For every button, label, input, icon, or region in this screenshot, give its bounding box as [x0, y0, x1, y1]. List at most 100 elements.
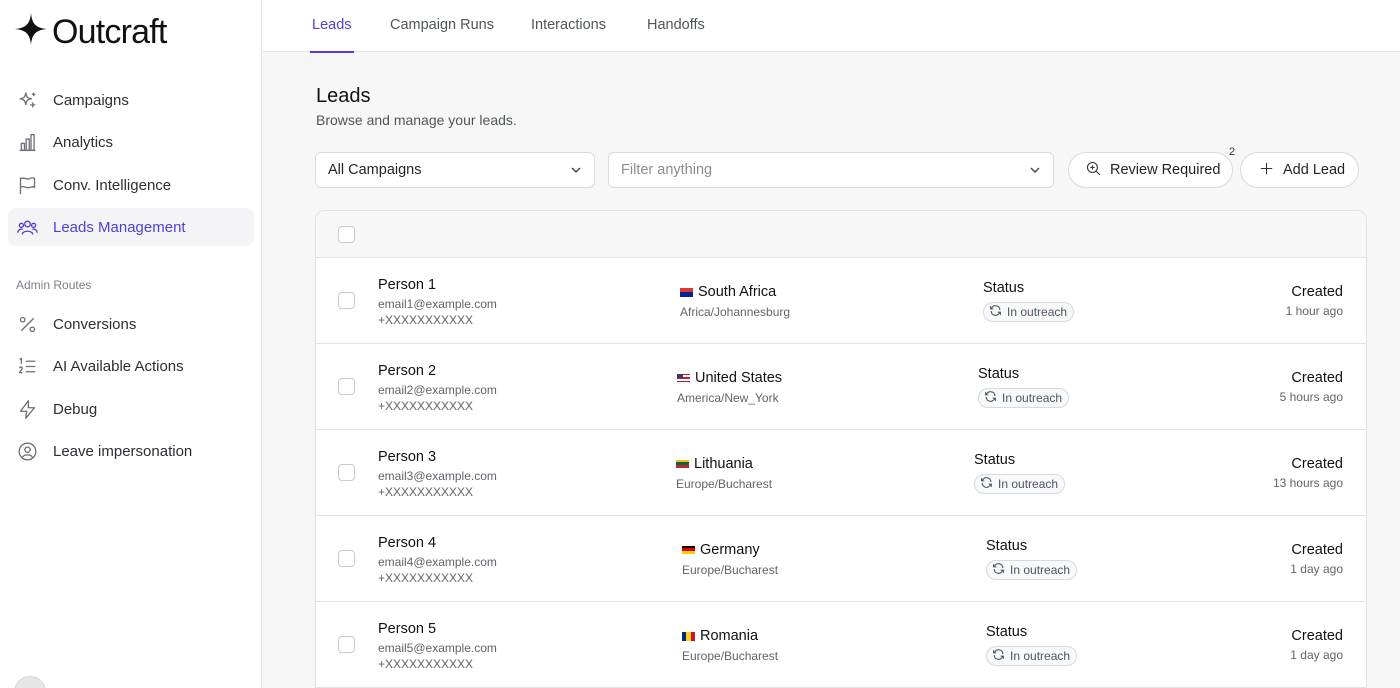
lead-name[interactable]: Person 4	[378, 535, 436, 551]
status-text: In outreach	[1010, 649, 1071, 663]
sidebar-item-label: Conversions	[53, 315, 137, 333]
lead-country: Romania	[682, 628, 758, 644]
created-label: Created	[1291, 542, 1343, 558]
table-header	[316, 211, 1366, 258]
flag-ro-icon	[682, 631, 695, 641]
users-icon	[17, 217, 38, 238]
review-count-badge: 2	[1229, 146, 1236, 158]
sidebar-item-conv-intelligence[interactable]: Conv. Intelligence	[8, 166, 254, 204]
sidebar-item-ai-available-actions[interactable]: AI Available Actions	[8, 347, 254, 385]
sidebar-item-label: Analytics	[53, 133, 114, 151]
refresh-icon	[992, 562, 1010, 578]
created-value: 13 hours ago	[1272, 476, 1343, 490]
lead-country-name: Lithuania	[694, 456, 753, 472]
sidebar-item-label: Conv. Intelligence	[53, 176, 172, 194]
row-checkbox[interactable]	[338, 378, 355, 395]
table-row[interactable]: Person 1 email1@example.com +XXXXXXXXXXX…	[316, 258, 1366, 344]
created-value: 5 hours ago	[1279, 390, 1343, 404]
status-badge: In outreach	[978, 388, 1070, 408]
add-lead-button[interactable]: Add Lead	[1240, 152, 1359, 188]
flag-icon	[17, 175, 38, 196]
status-badge: In outreach	[983, 302, 1075, 322]
table-row[interactable]: Person 4 email4@example.com +XXXXXXXXXXX…	[316, 516, 1366, 602]
lead-name[interactable]: Person 1	[378, 277, 436, 293]
select-all-checkbox[interactable]	[338, 226, 355, 243]
created-value: 1 day ago	[1290, 648, 1343, 662]
table-row[interactable]: Person 2 email2@example.com +XXXXXXXXXXX…	[316, 344, 1366, 430]
brand-logo[interactable]: Outcraft	[14, 12, 167, 51]
lead-country-name: Romania	[700, 628, 759, 644]
filter-input[interactable]: Filter anything	[608, 152, 1054, 188]
sidebar-item-label: Leads Management	[53, 218, 186, 236]
lead-country: Lithuania	[676, 456, 753, 472]
campaign-select[interactable]: All Campaigns	[315, 152, 595, 188]
row-checkbox[interactable]	[338, 292, 355, 309]
lead-email: email3@example.com	[378, 469, 497, 483]
lead-name[interactable]: Person 2	[378, 363, 436, 379]
table-row[interactable]: Person 5 email5@example.com +XXXXXXXXXXX…	[316, 602, 1366, 688]
sidebar-item-label: Debug	[53, 400, 98, 418]
table-row[interactable]: Person 3 email3@example.com +XXXXXXXXXXX…	[316, 430, 1366, 516]
flag-de-icon	[682, 545, 695, 555]
lead-phone: +XXXXXXXXXXX	[378, 657, 474, 671]
refresh-icon	[980, 476, 998, 492]
status-badge: In outreach	[974, 474, 1066, 494]
sidebar-item-campaigns[interactable]: Campaigns	[8, 81, 254, 119]
list-ordered-icon	[17, 356, 38, 377]
lead-country: United States	[677, 370, 782, 386]
lead-timezone: America/New_York	[677, 391, 779, 405]
sparkles-icon	[17, 90, 38, 111]
sidebar-item-leads-management[interactable]: Leads Management	[8, 208, 254, 246]
lead-country-name: South Africa	[698, 284, 777, 300]
status-label: Status	[978, 366, 1020, 382]
sidebar-item-analytics[interactable]: Analytics	[8, 123, 254, 161]
created-label: Created	[1291, 284, 1343, 300]
admin-routes-heading: Admin Routes	[16, 278, 92, 292]
lead-timezone: Europe/Bucharest	[676, 477, 773, 491]
bar-chart-icon	[17, 132, 38, 153]
review-required-button[interactable]: Review Required	[1068, 152, 1233, 188]
lead-name[interactable]: Person 5	[378, 621, 436, 637]
brand-name: Outcraft	[52, 12, 167, 51]
created-label: Created	[1291, 456, 1343, 472]
status-label: Status	[986, 624, 1028, 640]
top-tabs: Leads Campaign Runs Interactions Handoff…	[263, 0, 1400, 53]
add-lead-label: Add Lead	[1283, 162, 1346, 178]
tab-campaign-runs[interactable]: Campaign Runs	[390, 0, 494, 52]
sidebar-item-leave-impersonation[interactable]: Leave impersonation	[8, 432, 254, 470]
zoom-search-icon	[1085, 160, 1102, 181]
lead-country: South Africa	[680, 284, 776, 300]
tab-leads[interactable]: Leads	[310, 0, 354, 53]
review-required-label: Review Required	[1110, 162, 1221, 178]
page-subtitle: Browse and manage your leads.	[316, 112, 517, 128]
leads-table: Person 1 email1@example.com +XXXXXXXXXXX…	[315, 210, 1367, 688]
lead-timezone: Africa/Johannesburg	[680, 305, 791, 319]
refresh-icon	[984, 390, 1002, 406]
lead-timezone: Europe/Bucharest	[682, 563, 779, 577]
row-checkbox[interactable]	[338, 636, 355, 653]
lead-timezone: Europe/Bucharest	[682, 649, 779, 663]
status-badge: In outreach	[986, 560, 1078, 580]
row-checkbox[interactable]	[338, 464, 355, 481]
plus-icon	[1258, 160, 1275, 181]
refresh-icon	[989, 304, 1007, 320]
lead-phone: +XXXXXXXXXXX	[378, 485, 474, 499]
row-checkbox[interactable]	[338, 550, 355, 567]
chevron-down-icon	[1029, 164, 1041, 176]
lead-country: Germany	[682, 542, 760, 558]
sidebar-item-conversions[interactable]: Conversions	[8, 305, 254, 343]
sidebar-item-label: AI Available Actions	[53, 357, 184, 375]
lead-name[interactable]: Person 3	[378, 449, 436, 465]
lead-phone: +XXXXXXXXXXX	[378, 571, 474, 585]
tab-handoffs[interactable]: Handoffs	[647, 0, 705, 52]
lead-phone: +XXXXXXXXXXX	[378, 313, 474, 327]
lead-country-name: United States	[695, 370, 783, 386]
user-circle-icon	[17, 441, 38, 462]
lightning-icon	[17, 399, 38, 420]
sidebar: Outcraft Campaigns Analytics Conv. Intel…	[0, 0, 262, 688]
sidebar-item-debug[interactable]: Debug	[8, 390, 254, 428]
avatar[interactable]	[14, 676, 46, 688]
lead-email: email4@example.com	[378, 555, 497, 569]
created-value: 1 day ago	[1290, 562, 1343, 576]
tab-interactions[interactable]: Interactions	[531, 0, 606, 52]
